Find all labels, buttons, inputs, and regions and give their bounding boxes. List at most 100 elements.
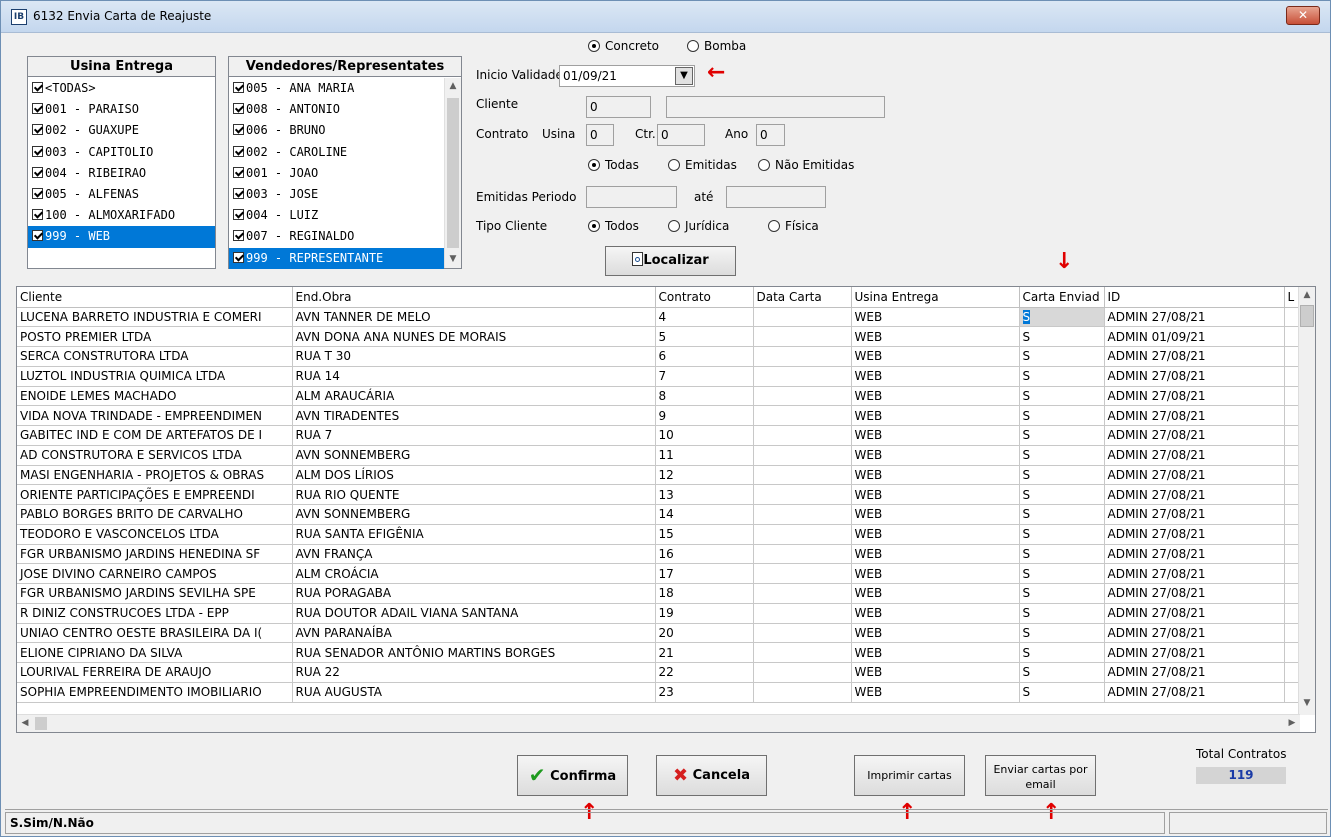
table-row[interactable]: AD CONSTRUTORA E SERVICOS LTDA AVN SONNEM… [17,445,1315,466]
table-cell[interactable] [753,484,852,505]
table-cell[interactable]: 20 [655,623,754,644]
table-row[interactable]: UNIAO CENTRO OESTE BRASILEIRA DA I(AVN P… [17,623,1315,644]
usina-item[interactable]: 999 - WEB [28,226,215,248]
table-cell[interactable]: WEB [851,386,1020,407]
checkbox-icon[interactable] [32,103,43,115]
table-cell[interactable]: 18 [655,583,754,604]
vendedores-item[interactable]: 001 - JOAO [229,163,444,184]
table-cell[interactable]: SOPHIA EMPREENDIMENTO IMOBILIARIO [17,682,293,703]
table-cell[interactable] [753,386,852,407]
table-cell[interactable]: WEB [851,682,1020,703]
table-cell[interactable]: RUA 7 [292,425,656,446]
imprimir-cartas-button[interactable]: Imprimir cartas [854,755,965,796]
table-cell[interactable]: ADMIN 27/08/21 [1104,307,1285,328]
table-cell[interactable]: POSTO PREMIER LTDA [17,326,293,347]
table-cell[interactable]: 8 [655,386,754,407]
grid-horizontal-scrollbar[interactable]: ◀ ▶ [17,714,1300,732]
checkbox-icon[interactable] [233,187,244,199]
grid-scroll-right-icon[interactable]: ▶ [1284,715,1300,732]
table-cell[interactable]: ELIONE CIPRIANO DA SILVA [17,642,293,663]
grid-scroll-up-icon[interactable]: ▲ [1299,287,1315,304]
vendedores-item[interactable]: 005 - ANA MARIA [229,78,444,99]
table-cell[interactable]: S [1019,544,1105,565]
emissao-nao-emitidas-radio[interactable]: Não Emitidas [758,158,854,172]
checkbox-icon[interactable] [32,166,43,178]
table-cell[interactable] [753,504,852,525]
table-cell[interactable]: 11 [655,445,754,466]
vendedores-item[interactable]: 002 - CAROLINE [229,142,444,163]
table-cell[interactable]: ADMIN 27/08/21 [1104,425,1285,446]
scroll-thumb[interactable] [447,98,459,248]
table-cell[interactable]: S [1019,326,1105,347]
table-cell[interactable]: LOURIVAL FERREIRA DE ARAUJO [17,662,293,683]
tipo-concreto-radio[interactable]: Concreto [588,39,659,53]
table-cell[interactable]: ADMIN 27/08/21 [1104,386,1285,407]
table-cell[interactable]: S [1019,603,1105,624]
table-cell[interactable] [753,346,852,367]
table-cell[interactable]: RUA 14 [292,366,656,387]
column-header[interactable]: Usina Entrega [851,287,1020,308]
cliente-fisica-radio[interactable]: Física [768,219,819,233]
table-cell[interactable]: ADMIN 27/08/21 [1104,524,1285,545]
table-cell[interactable]: RUA PORAGABA [292,583,656,604]
grid-hscroll-thumb[interactable] [35,717,47,730]
table-cell[interactable]: S [1019,623,1105,644]
table-cell[interactable]: ADMIN 27/08/21 [1104,366,1285,387]
table-cell[interactable]: ADMIN 27/08/21 [1104,682,1285,703]
table-cell[interactable]: S [1019,425,1105,446]
table-row[interactable]: FGR URBANISMO JARDINS HENEDINA SF AVN FRA… [17,544,1315,565]
table-cell[interactable]: WEB [851,623,1020,644]
table-cell[interactable]: ADMIN 27/08/21 [1104,563,1285,584]
table-cell[interactable] [753,544,852,565]
table-cell[interactable]: ALM ARAUCÁRIA [292,386,656,407]
calendar-dropdown-icon[interactable]: ▼ [675,67,693,85]
usina-item[interactable]: 003 - CAPITOLIO [28,142,215,163]
vendedores-item[interactable]: 999 - REPRESENTANTE [229,247,444,269]
table-cell[interactable]: 6 [655,346,754,367]
table-cell[interactable]: 13 [655,484,754,505]
table-row[interactable]: MASI ENGENHARIA - PROJETOS & OBRAS ALM DO… [17,465,1315,486]
table-cell[interactable]: AVN FRANÇA [292,544,656,565]
table-cell[interactable]: ENOIDE LEMES MACHADO [17,386,293,407]
table-row[interactable]: PABLO BORGES BRITO DE CARVALHO AVN SONNEM… [17,504,1315,525]
table-cell[interactable]: ADMIN 27/08/21 [1104,465,1285,486]
table-cell[interactable]: 19 [655,603,754,624]
table-row[interactable]: VIDA NOVA TRINDADE - EMPREENDIMEN AVN TIR… [17,405,1315,426]
usina-item[interactable]: 001 - PARAISO [28,99,215,120]
table-cell[interactable]: 10 [655,425,754,446]
checkbox-icon[interactable] [233,166,244,178]
table-cell[interactable]: WEB [851,445,1020,466]
localizar-button[interactable]: Localizar [605,246,736,276]
table-cell[interactable]: S [1019,642,1105,663]
table-cell[interactable]: JOSE DIVINO CARNEIRO CAMPOS [17,563,293,584]
table-row[interactable]: ENOIDE LEMES MACHADO ALM ARAUCÁRIA 8 WEB S AD… [17,386,1315,407]
table-cell[interactable]: MASI ENGENHARIA - PROJETOS & OBRAS [17,465,293,486]
table-cell[interactable]: WEB [851,603,1020,624]
scroll-up-icon[interactable]: ▲ [445,78,461,95]
table-cell[interactable]: S [1019,563,1105,584]
table-cell[interactable]: SERCA CONSTRUTORA LTDA [17,346,293,367]
table-cell[interactable]: S [1019,366,1105,387]
table-cell[interactable]: 14 [655,504,754,525]
column-header[interactable]: Data Carta [753,287,852,308]
vendedores-item[interactable]: 004 - LUIZ [229,205,444,226]
table-cell[interactable]: ADMIN 27/08/21 [1104,346,1285,367]
table-row[interactable]: LOURIVAL FERREIRA DE ARAUJO RUA 22 22 WEB S A… [17,662,1315,683]
table-cell[interactable]: S [1019,445,1105,466]
cliente-code-input[interactable]: 0 [586,96,651,118]
periodo-to-input[interactable] [726,186,826,208]
table-row[interactable]: ELIONE CIPRIANO DA SILVA RUA SENADOR ANTÔ… [17,642,1315,663]
grid-vertical-scrollbar[interactable]: ▲ ▼ [1298,287,1315,715]
periodo-from-input[interactable] [586,186,677,208]
table-cell[interactable]: WEB [851,346,1020,367]
table-cell[interactable]: S [1019,682,1105,703]
vendedores-item[interactable]: 008 - ANTONIO [229,99,444,120]
table-cell[interactable]: ALM DOS LÍRIOS [292,465,656,486]
table-cell[interactable]: ADMIN 27/08/21 [1104,484,1285,505]
checkbox-icon[interactable] [233,209,244,221]
grid-scroll-down-icon[interactable]: ▼ [1299,695,1315,712]
table-cell[interactable]: ADMIN 01/09/21 [1104,326,1285,347]
vendedores-scrollbar[interactable]: ▲ ▼ [444,78,461,268]
table-cell[interactable] [753,307,852,328]
table-cell[interactable]: WEB [851,662,1020,683]
